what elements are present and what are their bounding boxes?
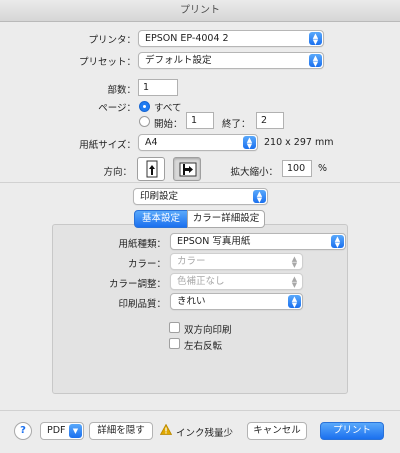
portrait-person-icon <box>146 160 158 178</box>
popup-arrows-icon: ▲ ▼ <box>291 275 298 289</box>
landscape-button[interactable] <box>173 157 201 181</box>
media-type-value: EPSON 写真用紙 <box>177 236 251 247</box>
color-popup[interactable]: カラー ▲ ▼ <box>170 253 303 270</box>
pages-label: ページ： <box>98 103 136 114</box>
color-adjust-label: カラー調整： <box>108 279 166 290</box>
portrait-button[interactable] <box>137 157 165 181</box>
landscape-person-icon <box>179 162 197 177</box>
pages-to-field[interactable]: 2 <box>256 112 284 129</box>
pages-range-radio[interactable] <box>139 116 150 127</box>
color-label: カラー： <box>127 259 166 270</box>
preset-popup[interactable]: デフォルト設定 ▲ ▼ <box>138 52 324 69</box>
copies-label: 部数： <box>107 85 136 96</box>
pages-from-label: 開始： <box>154 119 183 130</box>
scale-label: 拡大縮小： <box>230 167 278 178</box>
scale-unit: % <box>318 163 328 174</box>
color-adjust-value: 色補正なし <box>177 276 225 287</box>
pages-to-label: 終了： <box>222 119 251 130</box>
mirror-checkbox[interactable] <box>169 338 180 349</box>
hide-details-button[interactable]: 詳細を隠す <box>89 422 153 440</box>
paper-size-label: 用紙サイズ： <box>79 140 136 151</box>
pages-all-radio[interactable] <box>139 101 150 112</box>
color-adjust-popup[interactable]: 色補正なし ▲ ▼ <box>170 273 303 290</box>
popup-arrows-icon: ▲ ▼ <box>288 295 301 309</box>
color-value: カラー <box>177 256 206 267</box>
orientation-label: 方向： <box>103 167 132 178</box>
printer-popup[interactable]: EPSON EP-4004 2 ▲ ▼ <box>138 30 324 47</box>
paper-size-value: A4 <box>145 137 158 148</box>
bidirectional-label: 双方向印刷 <box>184 325 232 336</box>
warning-icon <box>159 423 173 438</box>
printer-label: プリンタ： <box>88 35 136 46</box>
pdf-menu-button[interactable]: PDF ▼ <box>40 422 84 440</box>
popup-arrows-icon: ▲ ▼ <box>331 235 344 249</box>
pages-from-field[interactable]: 1 <box>186 112 214 129</box>
preset-value: デフォルト設定 <box>145 55 212 66</box>
section-popup-value: 印刷設定 <box>140 191 179 202</box>
cancel-button[interactable]: キャンセル <box>247 422 307 440</box>
popup-arrows-icon: ▲ ▼ <box>243 136 256 150</box>
chevron-down-icon: ▼ <box>69 424 82 438</box>
quality-popup[interactable]: きれい ▲ ▼ <box>170 293 303 310</box>
pdf-label: PDF <box>47 425 66 436</box>
quality-value: きれい <box>177 296 206 307</box>
mirror-label: 左右反転 <box>184 341 223 352</box>
window-title: プリント <box>0 0 400 22</box>
quality-label: 印刷品質： <box>118 299 166 310</box>
print-button[interactable]: プリント <box>320 422 384 440</box>
copies-field[interactable]: 1 <box>138 79 178 96</box>
tab-color-advanced[interactable]: カラー詳細設定 <box>187 210 265 228</box>
tab-basic-settings[interactable]: 基本設定 <box>134 210 188 228</box>
popup-arrows-icon: ▲ ▼ <box>309 32 322 46</box>
preset-label: プリセット： <box>78 57 136 68</box>
paper-size-popup[interactable]: A4 ▲ ▼ <box>138 134 258 151</box>
scale-field[interactable]: 100 <box>282 160 312 177</box>
media-type-label: 用紙種類： <box>118 239 166 250</box>
popup-arrows-icon: ▲ ▼ <box>309 54 322 68</box>
footer-divider <box>0 410 400 411</box>
popup-arrows-icon: ▲ ▼ <box>253 190 266 204</box>
bidirectional-checkbox[interactable] <box>169 322 180 333</box>
paper-dimensions: 210 x 297 mm <box>264 137 334 148</box>
ink-warning-text: インク残量少 <box>176 428 234 439</box>
popup-arrows-icon: ▲ ▼ <box>291 255 298 269</box>
printer-value: EPSON EP-4004 2 <box>145 33 229 44</box>
section-popup[interactable]: 印刷設定 ▲ ▼ <box>133 188 268 205</box>
pages-all-label: すべて <box>154 103 182 114</box>
section-divider <box>0 182 400 183</box>
help-button[interactable]: ? <box>14 422 32 440</box>
media-type-popup[interactable]: EPSON 写真用紙 ▲ ▼ <box>170 233 346 250</box>
